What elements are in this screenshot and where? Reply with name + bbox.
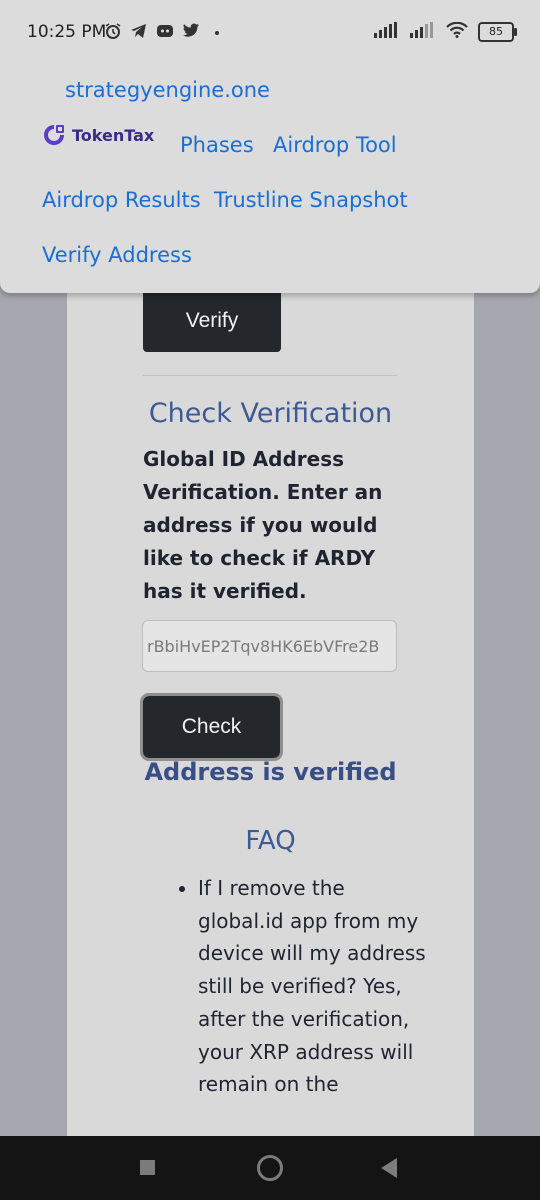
telegram-icon	[130, 22, 148, 40]
check-button[interactable]: Check	[140, 693, 283, 761]
verify-button[interactable]: Verify	[143, 289, 281, 352]
address-input[interactable]	[142, 620, 397, 672]
status-time: 10:25 PM	[27, 22, 107, 42]
faq-title: FAQ	[245, 826, 296, 856]
faq-item: If I remove the global.id app from my de…	[198, 872, 428, 1101]
tokentax-logo-icon	[44, 125, 64, 145]
nav-link-airdrop-tool[interactable]: Airdrop Tool	[273, 133, 397, 157]
section-divider	[143, 375, 397, 376]
alarm-icon	[104, 22, 122, 40]
site-link[interactable]: strategyengine.one	[65, 78, 270, 102]
verification-result: Address is verified	[144, 758, 397, 786]
status-icons-right: 85	[374, 21, 517, 42]
status-icons-left	[104, 22, 226, 40]
twitter-icon	[182, 22, 200, 40]
logo-text: TokenTax	[72, 125, 155, 145]
home-icon[interactable]	[257, 1155, 283, 1181]
nav-link-airdrop-results[interactable]: Airdrop Results	[42, 188, 201, 212]
status-bar: 10:25 PM 85	[0, 0, 540, 56]
check-verification-description: Global ID Address Verification. Enter an…	[143, 447, 383, 603]
system-nav-bar	[0, 1136, 540, 1200]
nav-link-phases[interactable]: Phases	[180, 133, 254, 157]
signal-icon	[374, 22, 400, 42]
recent-apps-icon[interactable]	[140, 1160, 155, 1175]
signal-2-icon	[410, 22, 436, 42]
check-verification-title: Check Verification	[148, 398, 393, 429]
wifi-icon	[446, 21, 468, 42]
nav-menu: strategyengine.one TokenTax Phases Airdr…	[0, 56, 540, 293]
discord-icon	[156, 22, 174, 40]
faq-list: If I remove the global.id app from my de…	[178, 872, 428, 1101]
back-icon[interactable]	[381, 1158, 397, 1178]
battery-icon: 85	[478, 22, 517, 42]
dot-icon	[208, 22, 226, 40]
nav-link-trustline-snapshot[interactable]: Trustline Snapshot	[214, 188, 408, 212]
nav-link-verify-address[interactable]: Verify Address	[42, 243, 192, 267]
tokentax-logo[interactable]: TokenTax	[42, 123, 154, 147]
